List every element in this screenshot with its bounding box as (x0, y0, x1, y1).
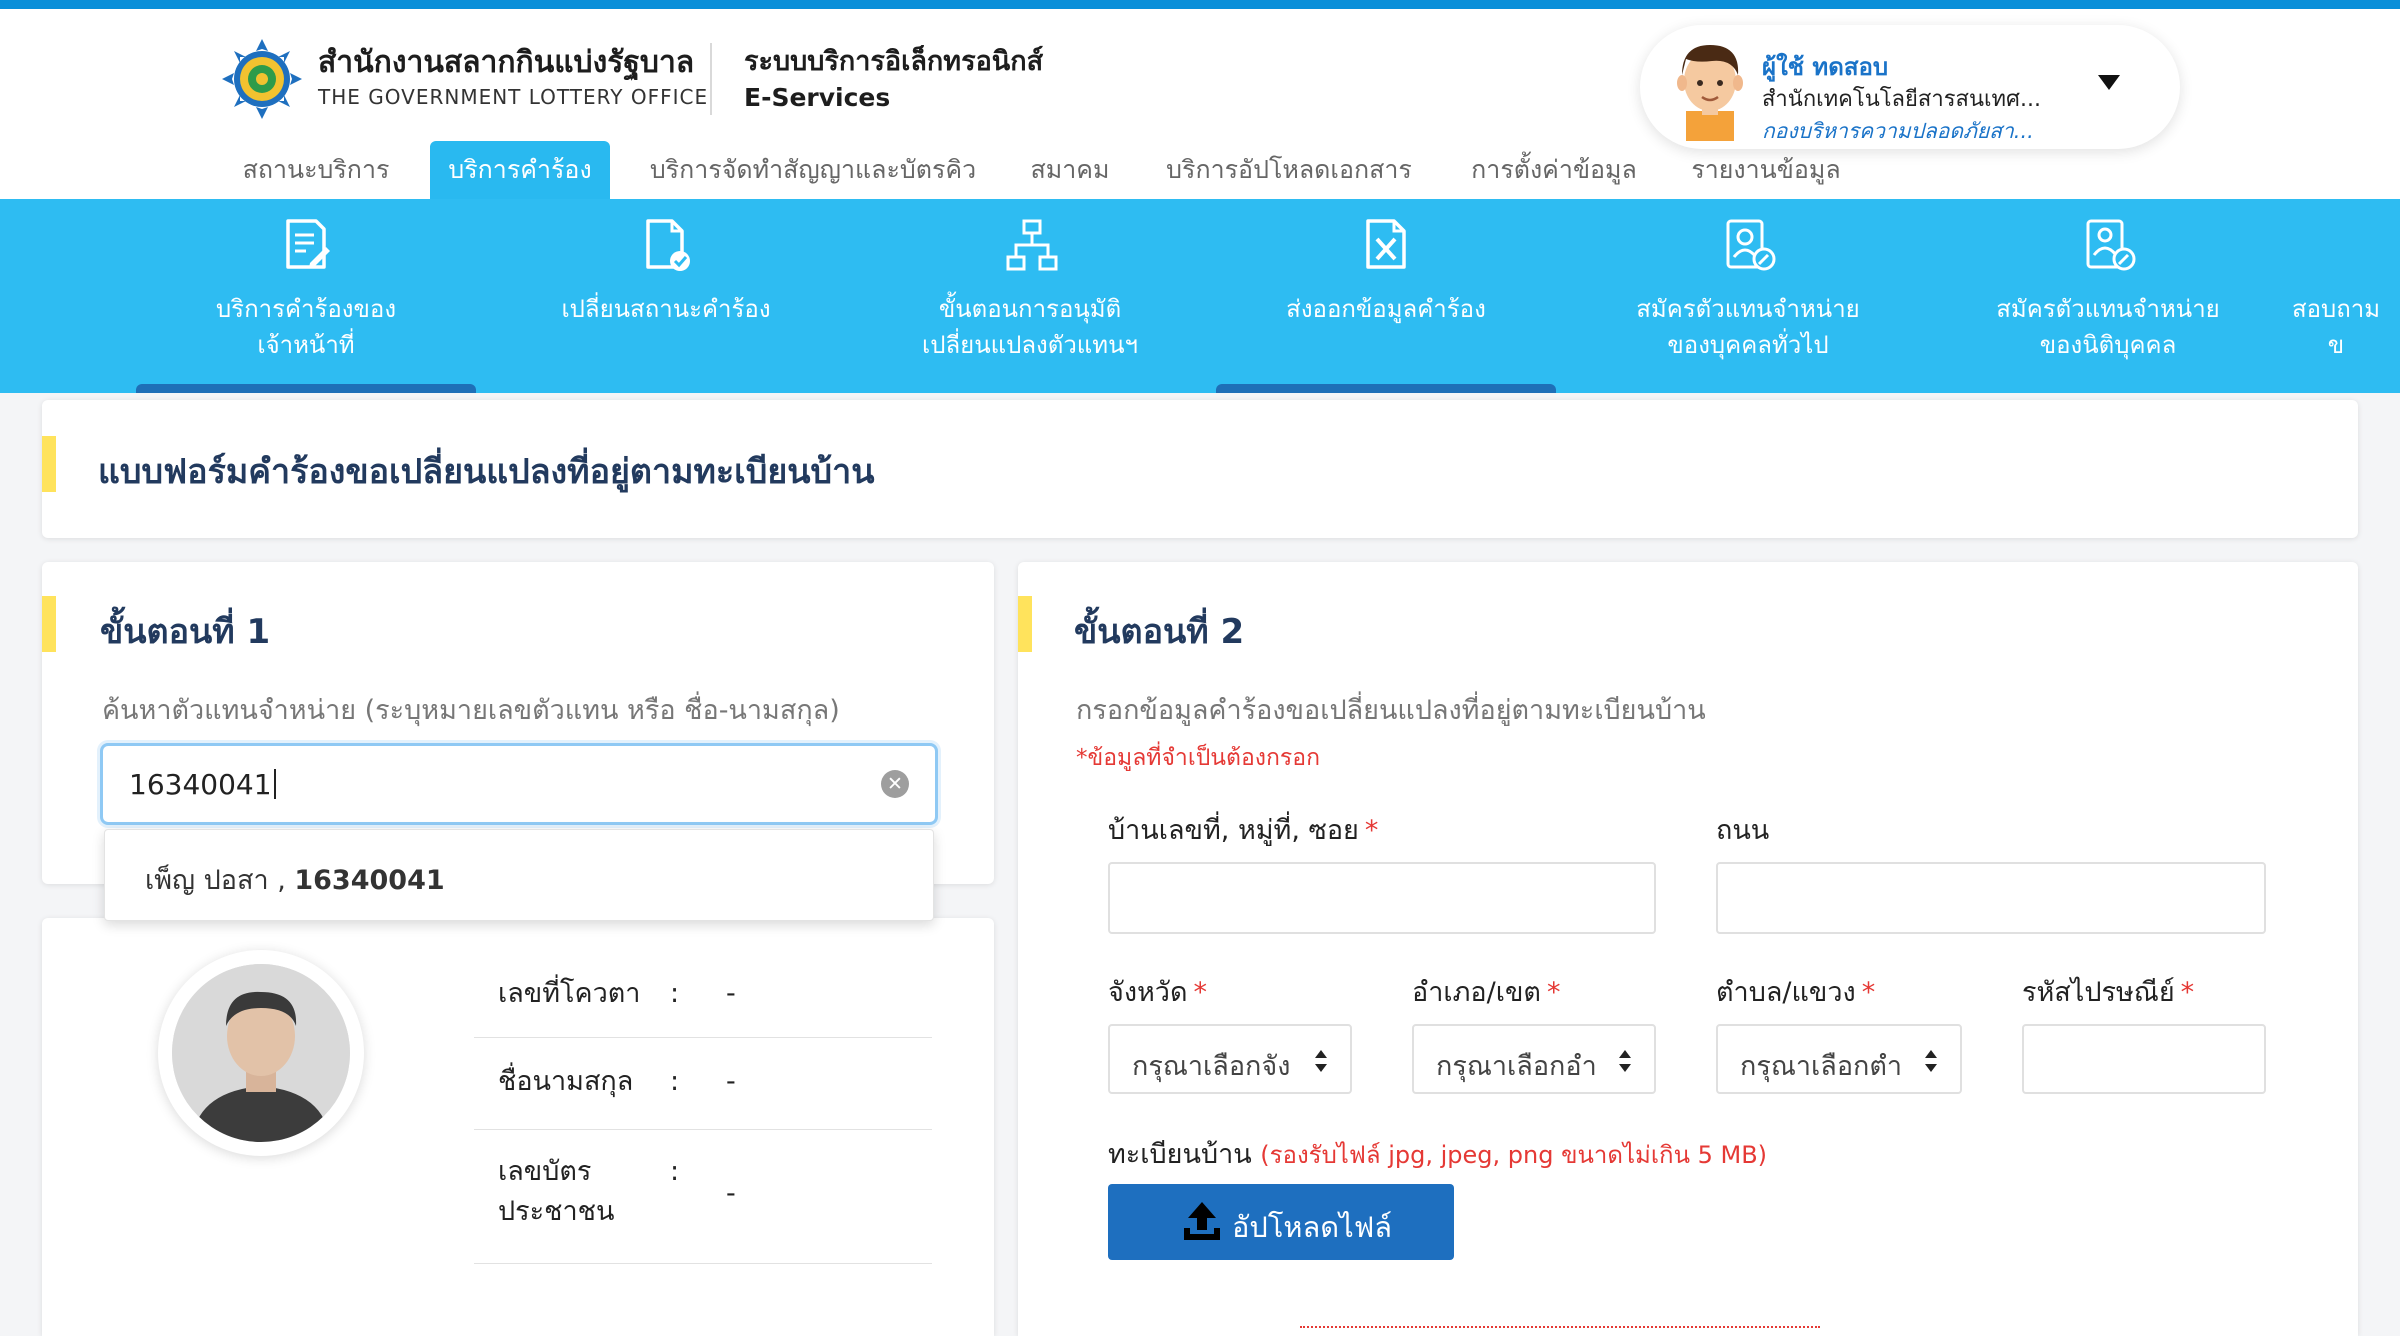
menu-export-requests[interactable]: ส่งออกข้อมูลคำร้อง (1216, 199, 1556, 393)
menu-inquiry-partial[interactable]: สอบถาม ข (2292, 199, 2400, 393)
postcode-label: รหัสไปรษณีย์ * (2022, 977, 2195, 1008)
menu-register-individual-agent[interactable]: สมัครตัวแทนจำหน่าย ของบุคคลทั่วไป (1578, 199, 1918, 393)
person-placeholder-icon (172, 964, 350, 1142)
info-row-fullname: ชื่อนามสกุล : - (474, 1038, 932, 1130)
document-edit-icon (286, 219, 330, 269)
tab-requests[interactable]: บริการคำร้อง (430, 141, 610, 199)
top-accent-strip (0, 0, 2400, 9)
house-no-label: บ้านเลขที่, หมู่ที่, ซอย * (1108, 815, 1379, 846)
step1-accent-bar (42, 596, 56, 652)
lottery-office-logo (222, 39, 302, 119)
search-suggestions: เพ็ญ ปอสา , 16340041 (104, 829, 934, 921)
org-name-thai: สำนักงานสลากกินแบ่งรัฐบาล (318, 45, 695, 80)
postcode-input[interactable] (2022, 1024, 2266, 1094)
subdistrict-select[interactable]: กรุณาเลือกตำ (1716, 1024, 1962, 1094)
district-select[interactable]: กรุณาเลือกอำ (1412, 1024, 1656, 1094)
suggestion-item[interactable]: เพ็ญ ปอสา , 16340041 (145, 858, 445, 901)
quota-label: เลขที่โควตา (498, 978, 641, 1009)
corporate-register-icon (2086, 219, 2136, 271)
province-label: จังหวัด * (1108, 977, 1207, 1008)
menu-selected-underline (136, 384, 476, 393)
quota-value: - (726, 978, 736, 1009)
upload-file-button[interactable]: อัปโหลดไฟล์ (1108, 1184, 1454, 1260)
menu-change-request-status[interactable]: เปลี่ยนสถานะคำร้อง (496, 199, 836, 393)
upload-icon (1184, 1202, 1220, 1240)
menu-selected-underline (1216, 384, 1556, 393)
info-row-id-card: เลขบัตรประชาชน : - (474, 1130, 932, 1264)
house-registration-label: ทะเบียนบ้าน (รองรับไฟล์ jpg, jpeg, png ข… (1108, 1139, 1768, 1170)
step1-title: ขั้นตอนที่ 1 (100, 612, 271, 652)
form-title: แบบฟอร์มคำร้องขอเปลี่ยนแปลงที่อยู่ตามทะเ… (98, 452, 875, 492)
cut-off-red-text (1300, 1326, 1820, 1336)
menu-label: เปลี่ยนสถานะคำร้อง (561, 295, 771, 323)
menu-officer-requests[interactable]: บริการคำร้องของ เจ้าหน้าที่ (136, 199, 476, 393)
id-card-value: - (726, 1178, 736, 1209)
org-name-english: THE GOVERNMENT LOTTERY OFFICE (318, 85, 709, 109)
district-label: อำเภอ/เขต * (1412, 977, 1561, 1008)
road-input[interactable] (1716, 862, 2266, 934)
user-profile-card[interactable]: ผู้ใช้ ทดสอบ สำนักเทคโนโลยีสารสนเทศ... ก… (1640, 25, 2180, 149)
province-select[interactable]: กรุณาเลือกจัง (1108, 1024, 1352, 1094)
menu-label: ขั้นตอนการอนุมัติ เปลี่ยนแปลงตัวแทนฯ (922, 295, 1138, 359)
menu-label: สมัครตัวแทนจำหน่าย ของบุคคลทั่วไป (1636, 295, 1860, 359)
id-card-label: เลขบัตรประชาชน (498, 1156, 615, 1227)
excel-export-icon (1366, 219, 1406, 269)
tab-document-upload[interactable]: บริการอัปโหลดเอกสาร (1164, 141, 1414, 199)
menu-label: ส่งออกข้อมูลคำร้อง (1286, 295, 1486, 323)
tab-settings[interactable]: การตั้งค่าข้อมูล (1464, 141, 1644, 199)
menu-label: สอบถาม ข (2291, 295, 2381, 359)
user-department: สำนักเทคโนโลยีสารสนเทศ... (1762, 87, 2041, 112)
required-note: *ข้อมูลที่จำเป็นต้องกรอก (1076, 745, 1321, 771)
upload-note: (รองรับไฟล์ jpg, jpeg, png ขนาดไม่เกิน 5… (1260, 1141, 1768, 1169)
header-divider (710, 43, 712, 115)
road-label: ถนน (1716, 815, 1770, 846)
info-row-quota: เลขที่โควตา : - (474, 958, 932, 1038)
search-input-value[interactable]: 16340041 (129, 768, 276, 801)
step2-accent-bar (1018, 596, 1032, 652)
user-avatar (1677, 45, 1743, 141)
tab-reports[interactable]: รายงานข้อมูล (1686, 141, 1846, 199)
house-no-input[interactable] (1108, 862, 1656, 934)
title-accent-bar (42, 436, 56, 492)
text-cursor (273, 769, 276, 799)
step2-title: ขั้นตอนที่ 2 (1074, 612, 1245, 652)
fullname-label: ชื่อนามสกุล (498, 1066, 634, 1097)
user-menu-caret-icon[interactable] (2098, 75, 2120, 90)
fullname-value: - (726, 1066, 736, 1097)
hierarchy-icon (1006, 219, 1058, 271)
system-name-thai: ระบบบริการอิเล็กทรอนิกส์ (744, 46, 1044, 77)
tab-service-status[interactable]: สถานะบริการ (236, 141, 396, 199)
sort-arrows-icon (1315, 1050, 1327, 1072)
sort-arrows-icon (1619, 1050, 1631, 1072)
site-header: สำนักงานสลากกินแบ่งรัฐบาล THE GOVERNMENT… (0, 9, 2400, 199)
subdistrict-label: ตำบล/แขวง * (1716, 977, 1876, 1008)
tab-association[interactable]: สมาคม (1020, 141, 1120, 199)
agent-photo (158, 950, 364, 1156)
agent-search-input[interactable]: 16340041 ✕ (100, 743, 938, 825)
clear-search-icon[interactable]: ✕ (881, 770, 909, 798)
document-check-icon (646, 219, 690, 271)
sort-arrows-icon (1925, 1050, 1937, 1072)
main-nav-tabs: สถานะบริการ บริการคำร้อง บริการจัดทำสัญญ… (0, 141, 2400, 199)
menu-agent-change-approval[interactable]: ขั้นตอนการอนุมัติ เปลี่ยนแปลงตัวแทนฯ (860, 199, 1200, 393)
tab-contracts-queue[interactable]: บริการจัดทำสัญญาและบัตรคิว (648, 141, 978, 199)
sub-menu-bar: บริการคำร้องของ เจ้าหน้าที่ เปลี่ยนสถานะ… (0, 199, 2400, 393)
system-name-english: E-Services (744, 83, 891, 112)
step1-search-hint: ค้นหาตัวแทนจำหน่าย (ระบุหมายเลขตัวแทน หร… (102, 695, 840, 726)
step2-hint: กรอกข้อมูลคำร้องขอเปลี่ยนแปลงที่อยู่ตามท… (1076, 695, 1706, 726)
menu-label: บริการคำร้องของ เจ้าหน้าที่ (215, 295, 397, 359)
person-register-icon (1726, 219, 1776, 271)
